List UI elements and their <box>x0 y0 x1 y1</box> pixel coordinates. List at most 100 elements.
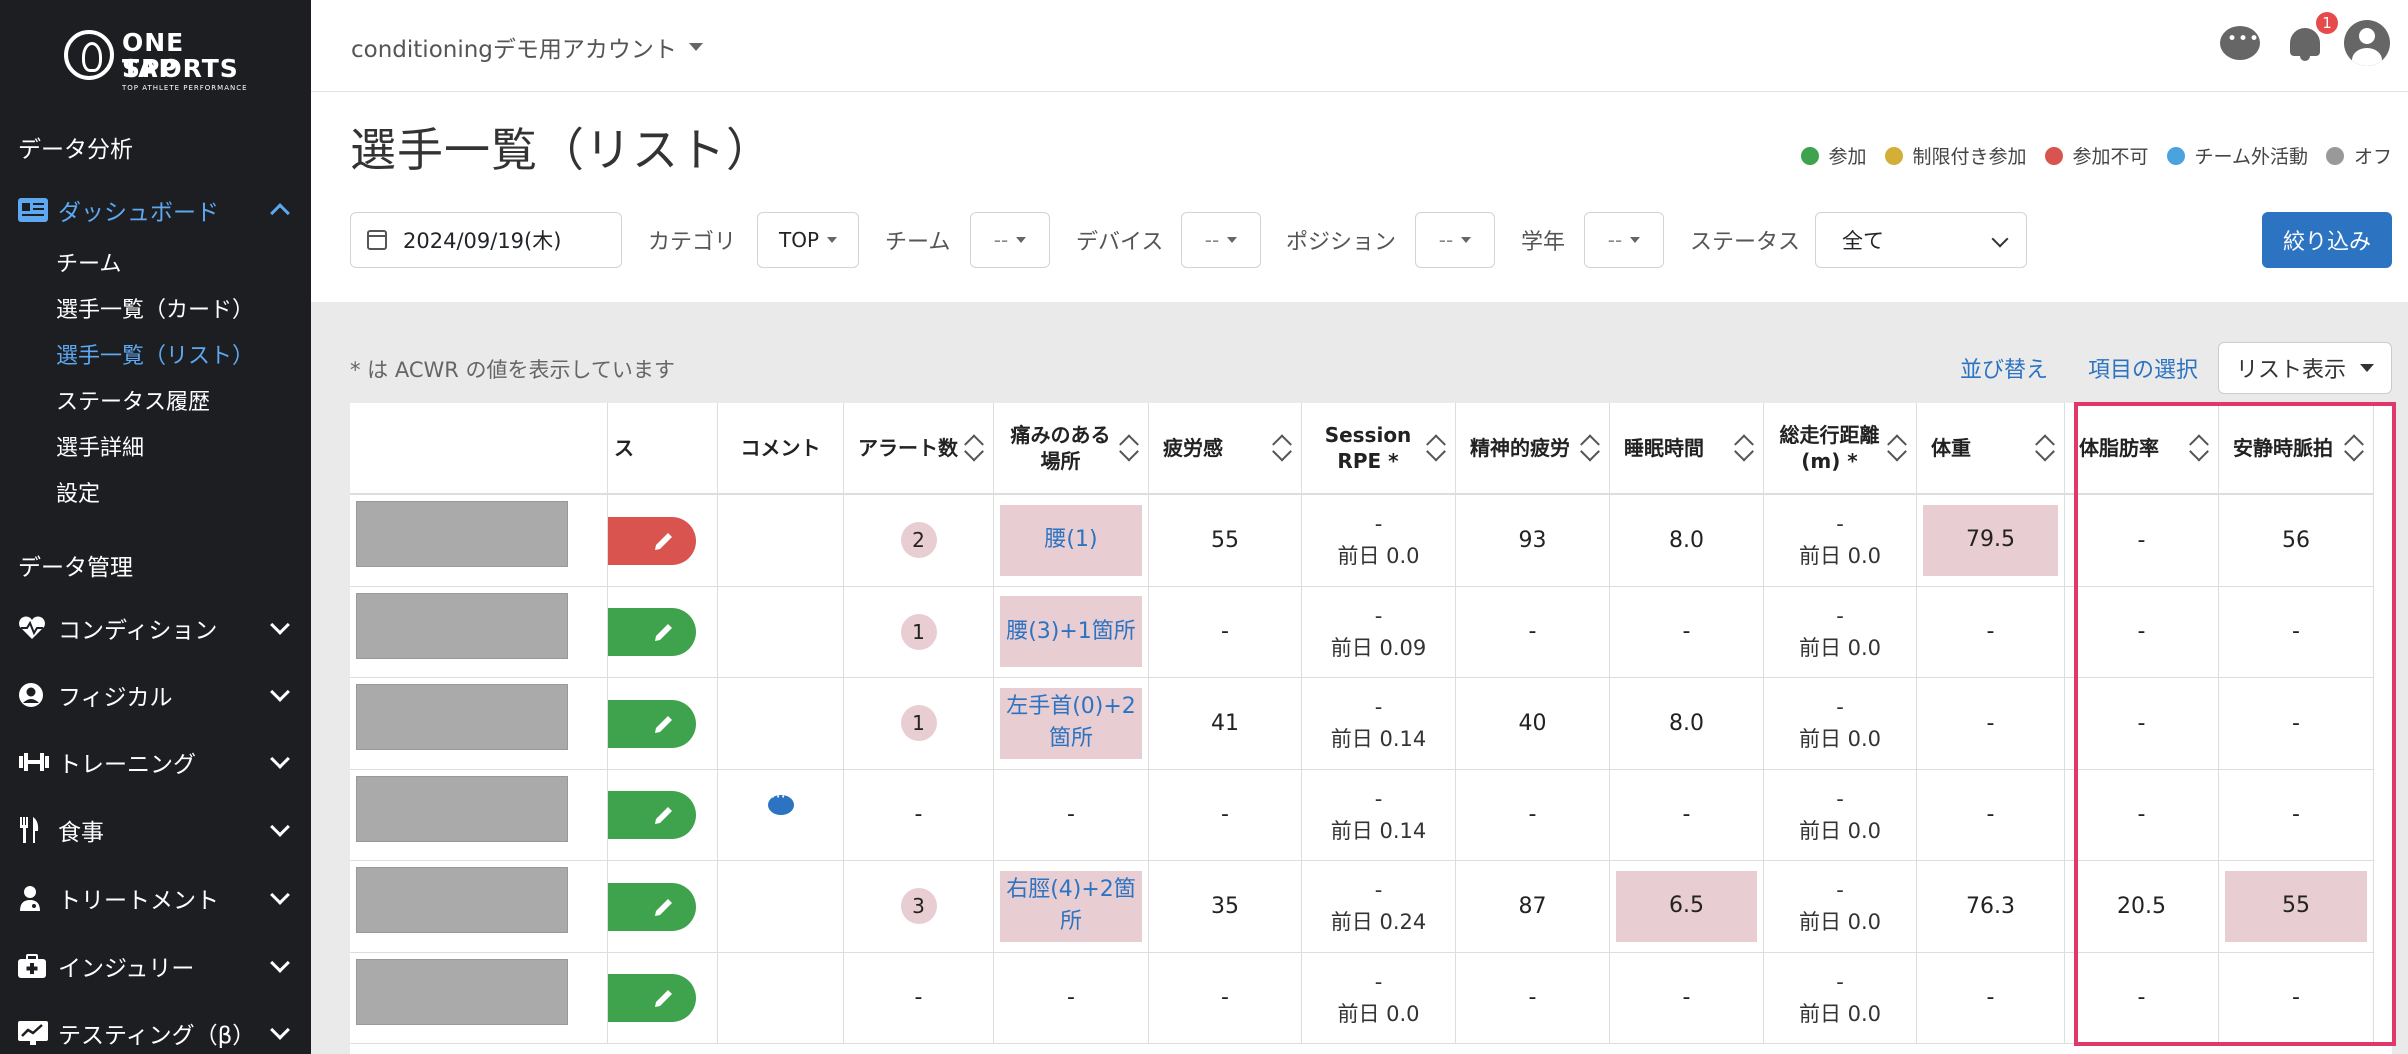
player-photo[interactable] <box>356 684 568 750</box>
topbar: conditioningデモ用アカウント 1 <box>311 0 2408 92</box>
player-photo[interactable] <box>356 867 568 933</box>
cell-value: 6.5 <box>1669 893 1704 919</box>
sort-icon[interactable] <box>964 433 984 463</box>
sort-icon[interactable] <box>1734 433 1754 463</box>
player-photo[interactable] <box>356 775 568 842</box>
sidebar-subitem-player-detail[interactable]: 選手詳細 <box>56 430 144 462</box>
team-label: チーム <box>885 230 951 255</box>
column-select-link[interactable]: 項目の選択 <box>2088 352 2198 384</box>
cell-value: - <box>1067 985 1075 1011</box>
edit-status-button[interactable] <box>608 516 696 565</box>
pain-location-link[interactable]: 右脛(4)+2箇所 <box>1000 870 1142 942</box>
grade-select[interactable]: -- <box>1584 212 1664 268</box>
category-select[interactable]: TOP <box>757 212 859 268</box>
cell-comment <box>718 495 844 587</box>
edit-status-button[interactable] <box>608 699 696 748</box>
player-photo[interactable] <box>356 501 568 567</box>
sort-icon[interactable] <box>2344 433 2364 463</box>
sort-icon[interactable] <box>1119 433 1139 463</box>
column-header-pain[interactable]: 痛みのある場所 <box>994 403 1149 495</box>
view-mode-button[interactable]: リスト表示 <box>2218 342 2392 394</box>
team-select[interactable]: -- <box>970 212 1050 268</box>
app-logo[interactable]: ONE TAP SPORTS TOP ATHLETE PERFORMANCE <box>60 24 247 92</box>
player-photo[interactable] <box>356 592 568 659</box>
account-selector[interactable]: conditioningデモ用アカウント <box>351 30 703 64</box>
status-select[interactable]: 全て <box>1815 212 2027 268</box>
cell-value: 前日 0.14 <box>1330 818 1427 843</box>
cell-comment <box>718 586 844 678</box>
cell-fatigue: - <box>1149 952 1302 1044</box>
caret-down-icon <box>1016 237 1027 243</box>
cell-pain: 腰(1) <box>994 495 1149 587</box>
device-select[interactable]: -- <box>1181 212 1261 268</box>
caret-down-icon <box>2360 364 2374 372</box>
edit-status-button[interactable] <box>608 791 696 840</box>
sidebar-item-label: コンディション <box>58 618 218 644</box>
pain-location-link[interactable]: 腰(1) <box>1000 504 1142 576</box>
sidebar-subitem-player-list[interactable]: 選手一覧（リスト） <box>56 338 254 370</box>
position-select[interactable]: -- <box>1415 212 1495 268</box>
sort-icon[interactable] <box>1887 433 1907 463</box>
sort-icon[interactable] <box>1272 433 1292 463</box>
sidebar-item-condition[interactable]: コンディション <box>18 608 291 648</box>
cell-fatigue: - <box>1149 769 1302 861</box>
column-header-weight[interactable]: 体重 <box>1917 403 2065 495</box>
sidebar-subitem-team[interactable]: チーム <box>56 246 121 278</box>
sidebar-item-meal[interactable]: 食事 <box>18 810 291 850</box>
comment-icon[interactable] <box>767 787 794 815</box>
column-header-label: 疲労感 <box>1163 436 1223 460</box>
apply-filter-button[interactable]: 絞り込み <box>2262 212 2392 268</box>
cell-distance: - 前日 0.0 <box>1764 586 1917 678</box>
sidebar-item-label: テスティング（β） <box>58 1023 256 1049</box>
sidebar-item-treatment[interactable]: トリートメント <box>18 878 291 918</box>
sidebar-item-testing[interactable]: テスティング（β） <box>18 1013 291 1053</box>
cell-distance: - 前日 0.0 <box>1764 952 1917 1044</box>
column-header-fatigue[interactable]: 疲労感 <box>1149 403 1302 495</box>
cell-value: - <box>2137 527 2146 553</box>
pain-location-link[interactable]: 左手首(0)+2箇所 <box>1000 687 1142 759</box>
cell-value: - <box>1836 603 1844 628</box>
status-legend: 参加 制限付き参加 参加不可 チーム外活動 オフ <box>1800 142 2392 169</box>
sort-icon[interactable] <box>2035 433 2055 463</box>
sidebar-item-training[interactable]: トレーニング <box>18 742 291 782</box>
sidebar-subitem-status-history[interactable]: ステータス履歴 <box>56 384 210 416</box>
sidebar-item-label: 食事 <box>58 820 104 846</box>
column-header-hr[interactable]: 安静時脈拍 <box>2219 403 2374 495</box>
sort-link[interactable]: 並び替え <box>1960 352 2048 384</box>
cell-value: 35 <box>1211 893 1239 919</box>
sort-icon[interactable] <box>2189 433 2209 463</box>
cell-distance: - 前日 0.0 <box>1764 678 1917 770</box>
column-header-bodyfat[interactable]: 体脂肪率 <box>2065 403 2219 495</box>
column-header-distance[interactable]: 総走行距離(m) * <box>1764 403 1917 495</box>
edit-status-button[interactable] <box>608 882 696 931</box>
acwr-value: - 前日 0.0 <box>1799 783 1881 847</box>
cell-alerts: - <box>844 952 994 1044</box>
cell-mental: - <box>1456 769 1610 861</box>
cell-mental: - <box>1456 952 1610 1044</box>
column-header-mental[interactable]: 精神的疲労 <box>1456 403 1610 495</box>
cell-weight: 76.3 <box>1917 861 2065 953</box>
cell-value: - <box>2137 710 2146 736</box>
column-header-rpe[interactable]: Session RPE * <box>1302 403 1456 495</box>
sort-icon[interactable] <box>1580 433 1600 463</box>
column-header-alerts[interactable]: アラート数 <box>844 403 994 495</box>
cell-distance: - 前日 0.0 <box>1764 769 1917 861</box>
cell-alerts: - <box>844 769 994 861</box>
date-picker[interactable]: 2024/09/19(木) <box>350 212 622 268</box>
chevron-down-icon <box>270 817 290 837</box>
cell-photo <box>350 769 608 861</box>
edit-status-button[interactable] <box>608 608 696 657</box>
column-header-sleep[interactable]: 睡眠時間 <box>1610 403 1764 495</box>
sidebar-subitem-settings[interactable]: 設定 <box>56 476 100 508</box>
chat-icon[interactable] <box>2220 26 2260 60</box>
sort-icon[interactable] <box>1426 433 1446 463</box>
player-photo[interactable] <box>356 958 568 1025</box>
cell-weight: - <box>1917 678 2065 770</box>
edit-status-button[interactable] <box>608 974 696 1023</box>
sidebar-item-injury[interactable]: インジュリー <box>18 946 291 986</box>
sidebar-item-physical[interactable]: フィジカル <box>18 675 291 715</box>
sidebar-subitem-player-card[interactable]: 選手一覧（カード） <box>56 292 254 324</box>
user-avatar-icon[interactable] <box>2344 20 2390 66</box>
sidebar-item-dashboard[interactable]: ダッシュボード <box>18 190 291 230</box>
pain-location-link[interactable]: 腰(3)+1箇所 <box>1000 596 1142 668</box>
